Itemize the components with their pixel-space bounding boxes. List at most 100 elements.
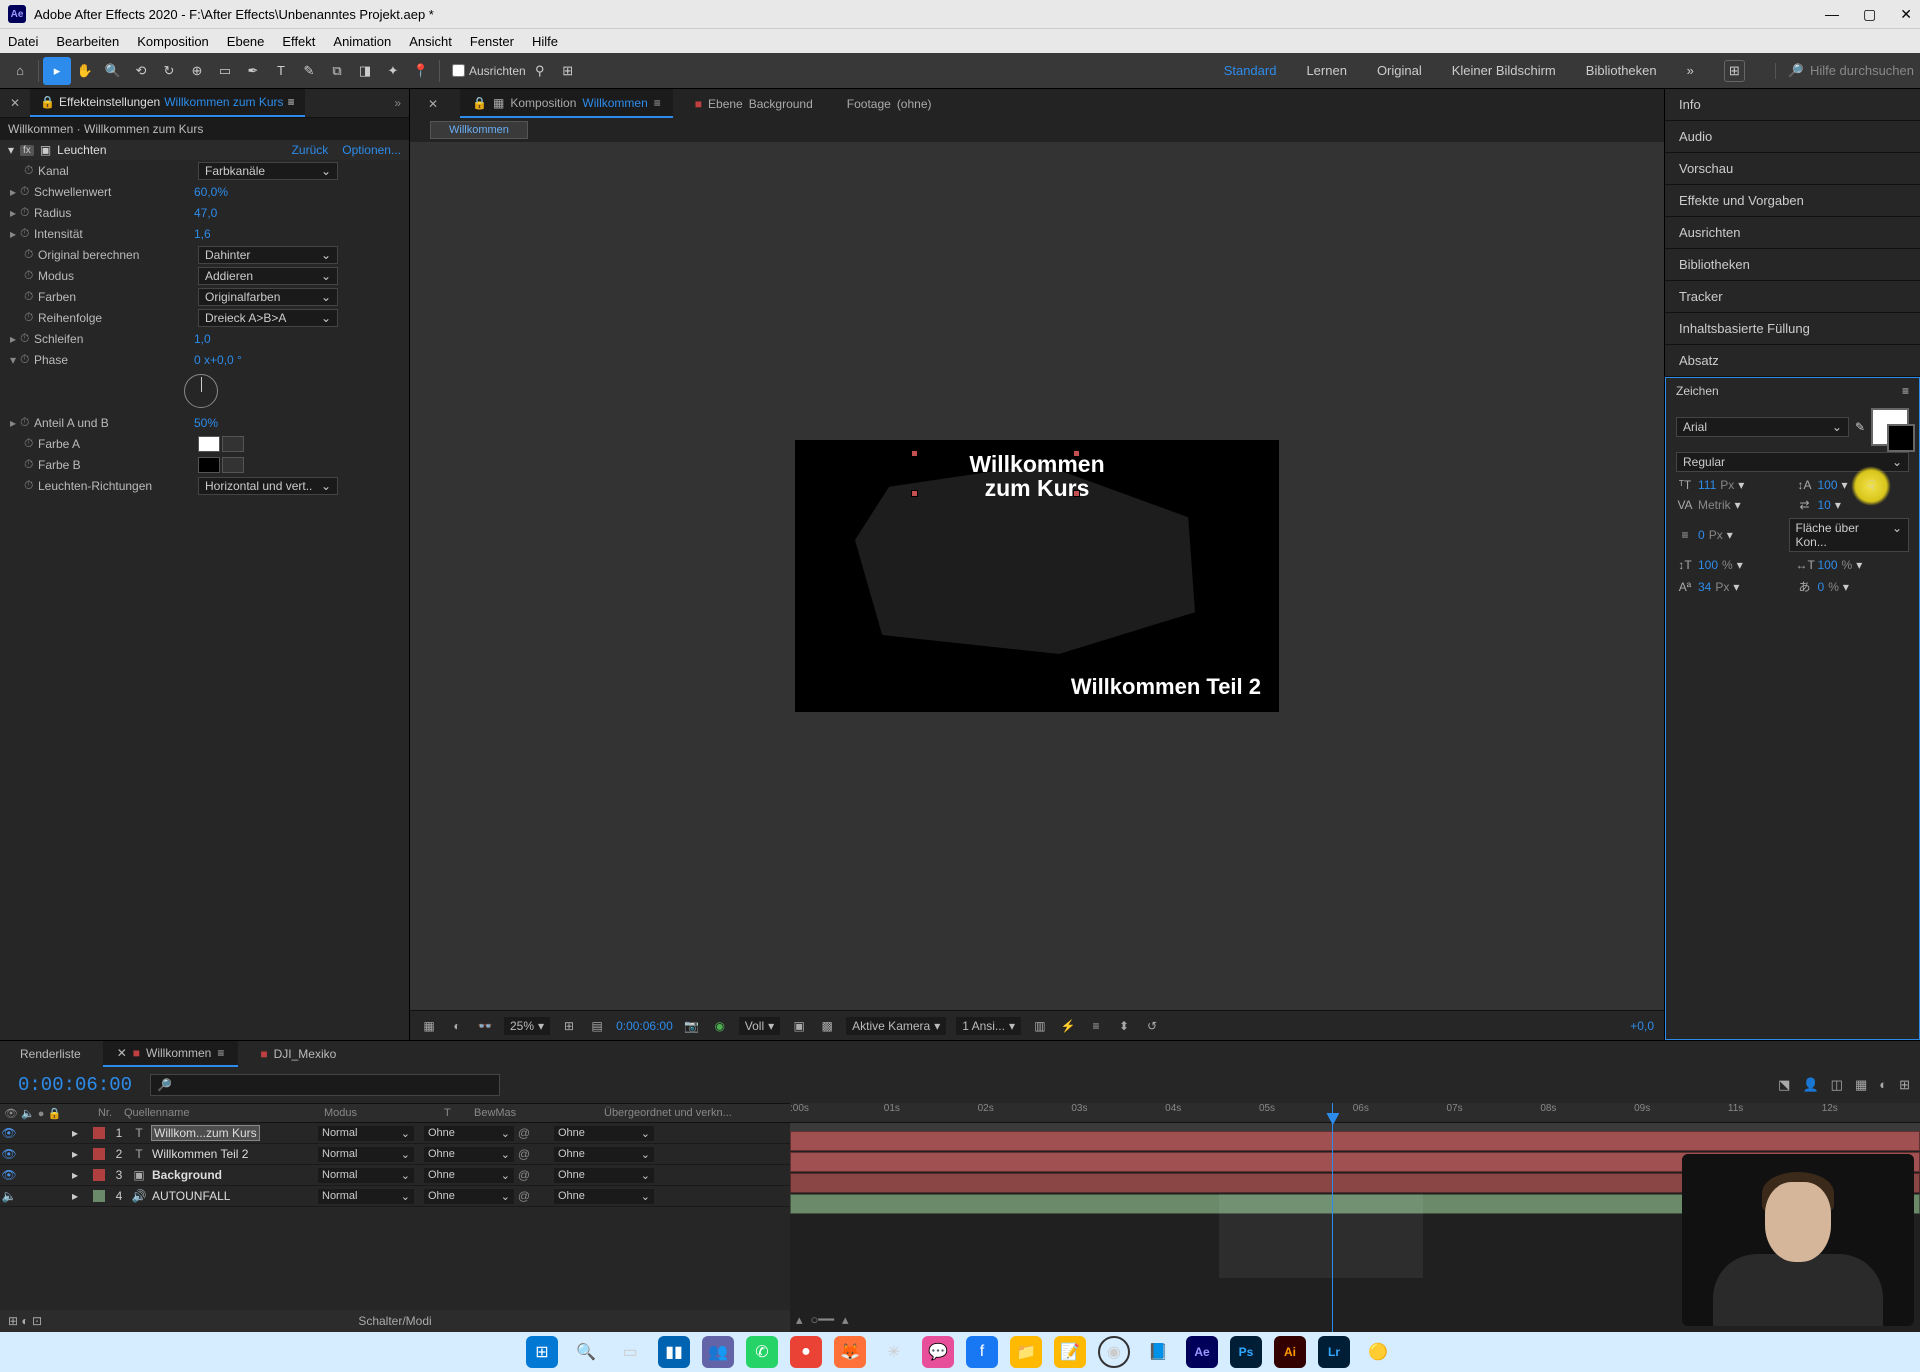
- layer-row[interactable]: 👁 ▸ 1 T Willkom...zum Kurs Normal⌄ Ohne⌄…: [0, 1123, 790, 1144]
- hscale-value[interactable]: 100: [1698, 558, 1718, 572]
- timeline-tab-renderliste[interactable]: Renderliste: [6, 1041, 95, 1067]
- minimize-button[interactable]: —: [1825, 6, 1839, 23]
- snap-options-icon[interactable]: ⚲: [526, 57, 554, 85]
- blend-mode-dropdown[interactable]: Normal⌄: [318, 1189, 414, 1204]
- panel-menu-icon[interactable]: ≡: [1902, 384, 1909, 398]
- stopwatch-icon[interactable]: ⏱: [24, 268, 38, 283]
- timeline-tab-willkommen[interactable]: ✕ ■ Willkommen ≡: [103, 1041, 239, 1067]
- layer-name[interactable]: AUTOUNFALL: [148, 1189, 318, 1203]
- prop-value[interactable]: 1,6: [194, 227, 211, 241]
- timeline-tab-dji[interactable]: ■ DJI_Mexiko: [246, 1041, 350, 1067]
- rect-tool-icon[interactable]: ▭: [211, 57, 239, 85]
- workspace-overflow-icon[interactable]: »: [1687, 63, 1694, 78]
- home-icon[interactable]: ⌂: [6, 57, 34, 85]
- leading-value[interactable]: 100: [1818, 478, 1838, 492]
- font-style-dropdown[interactable]: Regular⌄: [1676, 452, 1909, 472]
- menu-animation[interactable]: Animation: [333, 34, 391, 49]
- font-size-value[interactable]: 111: [1698, 478, 1716, 492]
- workspace-original[interactable]: Original: [1377, 63, 1422, 78]
- puppet-tool-icon[interactable]: 📍: [407, 57, 435, 85]
- menu-datei[interactable]: Datei: [8, 34, 38, 49]
- teams-icon[interactable]: 👥: [702, 1336, 734, 1368]
- stopwatch-icon[interactable]: ⏱: [20, 205, 34, 220]
- comp-tab-close-icon[interactable]: ✕: [416, 89, 450, 118]
- rotate-tool-icon[interactable]: ↻: [155, 57, 183, 85]
- visibility-toggle-icon[interactable]: 👁: [0, 1168, 18, 1182]
- layer-row[interactable]: 🔈 ▸ 4 🔊 AUTOUNFALL Normal⌄ Ohne⌄ @ Ohne⌄: [0, 1186, 790, 1207]
- motion-blur-icon[interactable]: ◐: [1879, 1077, 1887, 1093]
- app-icon[interactable]: 🟡: [1362, 1336, 1394, 1368]
- channel-icon[interactable]: ▤: [588, 1019, 606, 1033]
- frame-blend-icon[interactable]: ▦: [1855, 1077, 1867, 1093]
- guides-icon[interactable]: 👓: [476, 1019, 494, 1033]
- work-area-bar[interactable]: [790, 1123, 1920, 1131]
- font-family-dropdown[interactable]: Arial⌄: [1676, 417, 1849, 437]
- selection-tool-icon[interactable]: ▸: [43, 57, 71, 85]
- layer-name[interactable]: Background: [148, 1168, 318, 1182]
- angle-dial[interactable]: [184, 374, 218, 408]
- prop-dropdown[interactable]: Addieren⌄: [198, 267, 338, 285]
- chevron-down-icon[interactable]: ▾: [1737, 558, 1743, 572]
- chevron-down-icon[interactable]: ▾: [1735, 498, 1741, 512]
- eyedropper-icon[interactable]: ✎: [1855, 420, 1865, 434]
- kerning-value[interactable]: Metrik: [1698, 498, 1731, 512]
- start-icon[interactable]: ⊞: [526, 1336, 558, 1368]
- explorer-icon[interactable]: ▮▮: [658, 1336, 690, 1368]
- comp-mini-flow-icon[interactable]: ⬔: [1778, 1077, 1790, 1093]
- twirl-icon[interactable]: ▸: [72, 1147, 90, 1161]
- obs-icon[interactable]: ◉: [1098, 1336, 1130, 1368]
- eyedropper-icon[interactable]: [222, 457, 244, 473]
- selection-handle-icon[interactable]: [1073, 450, 1080, 457]
- current-timecode[interactable]: 0:00:06:00: [0, 1074, 150, 1096]
- resolution-dropdown[interactable]: Voll ▾: [739, 1017, 780, 1035]
- blend-mode-dropdown[interactable]: Normal⌄: [318, 1126, 414, 1141]
- tsume-value[interactable]: 0: [1818, 580, 1825, 594]
- prop-value[interactable]: 60,0%: [194, 185, 228, 199]
- visibility-toggle-icon[interactable]: 👁: [0, 1126, 18, 1140]
- alpha-icon[interactable]: ▦: [420, 1019, 438, 1033]
- lightroom-icon[interactable]: Lr: [1318, 1336, 1350, 1368]
- prop-value[interactable]: 47,0: [194, 206, 217, 220]
- fx-visible-icon[interactable]: ▣: [40, 143, 51, 157]
- brush-tool-icon[interactable]: ✎: [295, 57, 323, 85]
- transparency-icon[interactable]: ▩: [818, 1019, 836, 1033]
- selection-handle-icon[interactable]: [1073, 490, 1080, 497]
- region-icon[interactable]: ▣: [790, 1019, 808, 1033]
- pen-tool-icon[interactable]: ✒: [239, 57, 267, 85]
- panel-effekte-und-vorgaben[interactable]: Effekte und Vorgaben: [1665, 185, 1920, 217]
- chevron-down-icon[interactable]: ▾: [1843, 580, 1849, 594]
- zoom-dropdown[interactable]: 25% ▾: [504, 1017, 550, 1035]
- prop-value[interactable]: 1,0: [194, 332, 211, 346]
- trackmatte-dropdown[interactable]: Ohne⌄: [424, 1168, 514, 1183]
- close-icon[interactable]: ✕: [117, 1046, 127, 1060]
- panel-inhaltsbasierte-füllung[interactable]: Inhaltsbasierte Füllung: [1665, 313, 1920, 345]
- color-mgmt-icon[interactable]: ◉: [711, 1019, 729, 1033]
- stopwatch-icon[interactable]: ⏱: [24, 310, 38, 325]
- comp-tab-willkommen[interactable]: 🔒 ▦ Komposition Willkommen ≡: [460, 89, 673, 118]
- workspace-klein[interactable]: Kleiner Bildschirm: [1452, 63, 1556, 78]
- workspace-reset-icon[interactable]: ⊞: [1724, 60, 1745, 82]
- twirl-icon[interactable]: ▸: [10, 332, 20, 346]
- fx-badge-icon[interactable]: fx: [20, 145, 34, 156]
- fast-preview-icon[interactable]: ⚡: [1059, 1019, 1077, 1033]
- trackmatte-dropdown[interactable]: Ohne⌄: [424, 1126, 514, 1141]
- effect-reset-link[interactable]: Zurück: [292, 143, 329, 157]
- prop-value[interactable]: 50%: [194, 416, 218, 430]
- parent-dropdown[interactable]: Ohne⌄: [554, 1189, 654, 1204]
- stopwatch-icon[interactable]: ⏱: [24, 163, 38, 178]
- menu-ansicht[interactable]: Ansicht: [409, 34, 452, 49]
- stamp-tool-icon[interactable]: ⧉: [323, 57, 351, 85]
- layer-name[interactable]: Willkommen Teil 2: [148, 1147, 318, 1161]
- layer-bar[interactable]: [790, 1131, 1920, 1151]
- comp-tab-footage[interactable]: Footage (ohne): [835, 89, 944, 118]
- taskbar-search-icon[interactable]: 🔍: [570, 1336, 602, 1368]
- chevron-down-icon[interactable]: ▾: [1738, 478, 1744, 492]
- tracking-value[interactable]: 10: [1818, 498, 1831, 512]
- eyedropper-icon[interactable]: [222, 436, 244, 452]
- stopwatch-icon[interactable]: ⏱: [20, 226, 34, 241]
- reset-exposure-icon[interactable]: ↺: [1143, 1019, 1161, 1033]
- grid-icon[interactable]: ⊞: [560, 1019, 578, 1033]
- twirl-icon[interactable]: ▸: [10, 227, 20, 241]
- views-dropdown[interactable]: 1 Ansi... ▾: [956, 1017, 1021, 1035]
- stopwatch-icon[interactable]: ⏱: [24, 289, 38, 304]
